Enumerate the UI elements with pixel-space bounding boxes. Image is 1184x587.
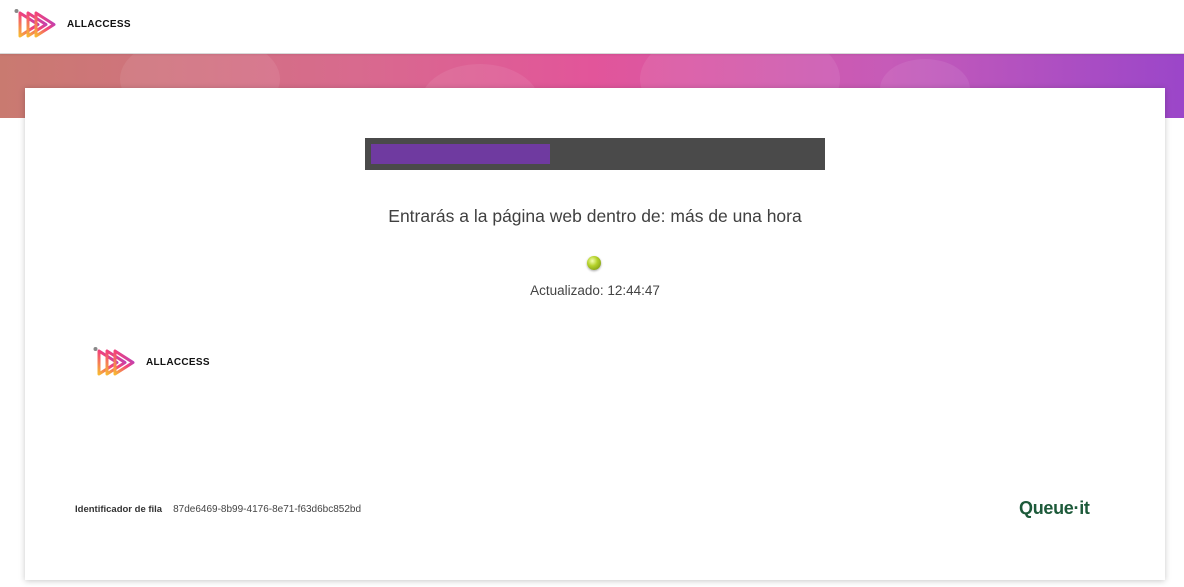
card-logo: ALLACCESS [93,346,210,378]
queue-progress-fill [371,144,550,164]
header-logo[interactable]: ALLACCESS [14,8,131,40]
card-brand-name: ALLACCESS [146,356,210,368]
status-dot-icon [587,256,601,270]
queue-id-label: Identificador de fila [75,504,163,515]
site-header: ALLACCESS [0,0,1184,54]
queue-card: Entrarás a la página web dentro de: más … [25,88,1165,580]
allaccess-logo-icon [14,9,56,38]
header-brand-name: ALLACCESS [67,18,131,30]
allaccess-logo-icon [93,347,135,376]
queueit-logo[interactable]: Queue·it [1019,498,1090,519]
queue-id-value: 87de6469-8b99-4176-8e71-f63d6bc852bd [173,504,362,515]
last-updated-text: Actualizado: 12:44:47 [530,283,660,298]
queue-identifier: Identificador de fila 87de6469-8b99-4176… [75,504,361,515]
queue-progress-bar [365,138,825,170]
wait-time-message: Entrarás a la página web dentro de: más … [388,206,802,226]
